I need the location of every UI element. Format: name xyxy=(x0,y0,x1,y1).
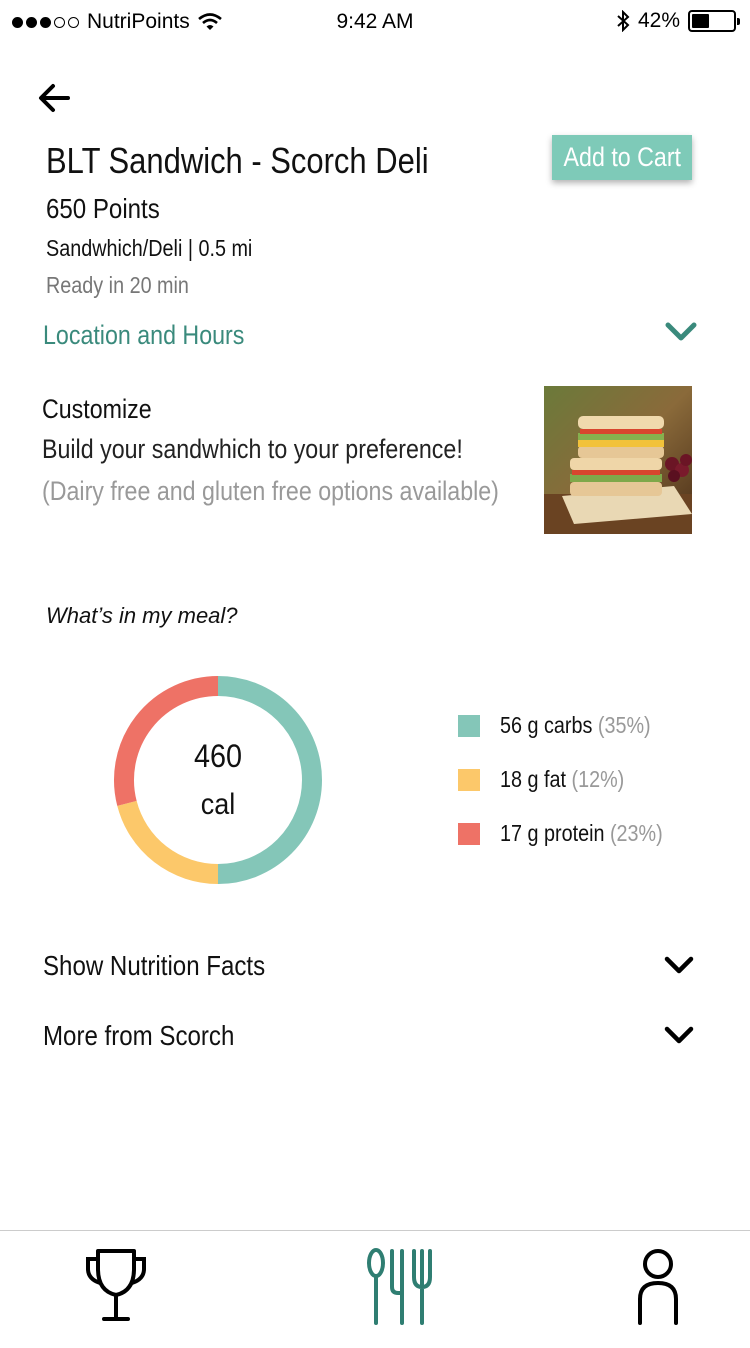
legend-label-protein: 17 g protein xyxy=(500,820,605,846)
battery-percent: 42% xyxy=(637,9,680,32)
more-from-scorch[interactable]: More from Scorch xyxy=(43,1020,234,1052)
legend-label-carbs: 56 g carbs xyxy=(500,712,593,738)
calorie-donut-chart xyxy=(114,676,322,884)
legend-swatch-carbs xyxy=(458,714,480,737)
legend-swatch-fat xyxy=(458,768,480,791)
status-bar: NutriPoints 9:42 AM 42% xyxy=(0,0,750,44)
customize-note: (Dairy free and gluten free options avai… xyxy=(42,476,499,506)
trophy-icon[interactable] xyxy=(76,1247,156,1327)
legend-swatch-protein xyxy=(458,822,480,845)
nutrition-chevron-down-icon[interactable] xyxy=(664,954,694,976)
location-chevron-down-icon[interactable] xyxy=(664,318,698,346)
calorie-value: 460 xyxy=(193,738,243,774)
legend-percent-protein: (23%) xyxy=(609,820,663,846)
more-chevron-down-icon[interactable] xyxy=(664,1024,694,1046)
item-ready-time: Ready in 20 min xyxy=(46,272,189,298)
back-arrow-icon[interactable] xyxy=(36,80,72,116)
customize-description: Build your sandwhich to your preference! xyxy=(42,434,463,464)
meal-question: What’s in my meal? xyxy=(46,603,238,628)
legend-item-fat: 18 g fat (12%) xyxy=(458,766,644,793)
bottom-tab-bar xyxy=(0,1230,750,1348)
location-hours-link[interactable]: Location and Hours xyxy=(43,320,244,351)
legend-item-carbs: 56 g carbs (35%) xyxy=(458,712,675,739)
legend-item-protein: 17 g protein (23%) xyxy=(458,820,689,847)
utensils-icon[interactable] xyxy=(358,1247,438,1327)
add-to-cart-button[interactable]: Add to Cart xyxy=(552,135,692,180)
person-icon[interactable] xyxy=(618,1247,698,1327)
status-right: 42% xyxy=(616,9,740,33)
legend-percent-fat: (12%) xyxy=(571,766,625,792)
battery-fill xyxy=(692,14,709,28)
item-points: 650 Points xyxy=(46,193,160,224)
sandwich-photo xyxy=(544,386,692,534)
customize-title[interactable]: Customize xyxy=(42,394,152,425)
show-nutrition-facts[interactable]: Show Nutrition Facts xyxy=(43,950,265,982)
bluetooth-icon xyxy=(617,10,630,32)
calorie-unit: cal xyxy=(200,788,236,821)
battery-icon xyxy=(688,10,740,32)
add-to-cart-label: Add to Cart xyxy=(563,142,681,172)
legend-label-fat: 18 g fat xyxy=(500,766,566,792)
donut-slice-carbs xyxy=(217,676,322,884)
item-category-distance: Sandwhich/Deli | 0.5 mi xyxy=(46,235,253,261)
item-title: BLT Sandwich - Scorch Deli xyxy=(46,140,429,181)
legend-percent-carbs: (35%) xyxy=(597,712,651,738)
